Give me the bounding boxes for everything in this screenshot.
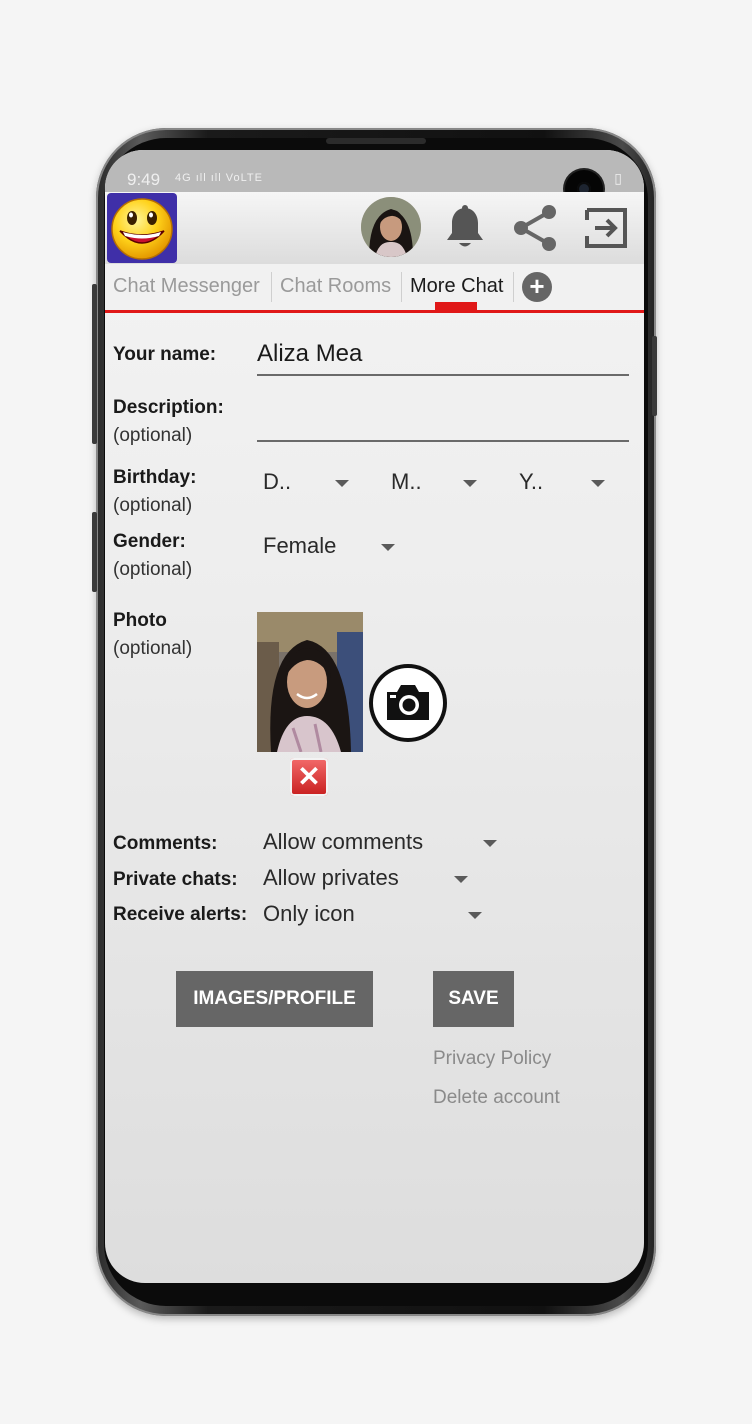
tab-chat-rooms[interactable]: Chat Rooms [280, 275, 391, 298]
name-label-text: Your name: [113, 344, 217, 365]
active-tab-indicator [435, 302, 477, 310]
status-bar: 9:49 4G ıll ıll VoLTE ▯ [105, 150, 644, 192]
birthday-month-select[interactable]: M.. [391, 469, 487, 499]
battery-icon: ▯ [614, 170, 622, 186]
tab-separator [513, 272, 514, 302]
chevron-down-icon [468, 912, 482, 919]
photo-optional: (optional) [113, 638, 193, 659]
birthday-day-value: D.. [263, 469, 292, 494]
app-screen: 9:49 4G ıll ıll VoLTE ▯ Chat Messenger C… [105, 150, 644, 1283]
comments-label: Comments: [113, 833, 218, 855]
status-time: 9:49 [127, 170, 161, 189]
receive-alerts-select[interactable]: Only icon [263, 901, 489, 931]
smiley-face-icon[interactable] [107, 193, 177, 263]
birthday-month-value: M.. [391, 469, 422, 494]
receive-alerts-label: Receive alerts: [113, 904, 247, 926]
birthday-label: Birthday: (optional) [113, 467, 196, 517]
gender-value: Female [263, 533, 337, 558]
chevron-down-icon [483, 840, 497, 847]
tab-chat-messenger[interactable]: Chat Messenger [113, 275, 260, 298]
gender-label: Gender: (optional) [113, 531, 192, 581]
gender-select[interactable]: Female [263, 533, 403, 563]
chevron-down-icon [591, 480, 605, 487]
name-label: Your name: [113, 344, 216, 366]
delete-account-link[interactable]: Delete account [433, 1087, 560, 1109]
comments-value: Allow comments [263, 829, 424, 854]
tab-bar: Chat Messenger Chat Rooms More Chat + [105, 264, 644, 313]
private-chats-label: Private chats: [113, 869, 238, 891]
tab-separator [271, 272, 272, 302]
photo-label: Photo (optional) [113, 610, 192, 660]
bixby-button [92, 512, 97, 592]
profile-photo [257, 612, 363, 752]
logout-icon[interactable] [581, 202, 633, 254]
photo-label-text: Photo [113, 610, 167, 631]
description-input[interactable] [257, 404, 629, 436]
signal-icon: 4G ıll ıll VoLTE [175, 172, 263, 184]
earpiece [326, 138, 426, 144]
private-chats-label-text: Private chats: [113, 869, 238, 890]
chevron-down-icon [335, 480, 349, 487]
description-input-underline [257, 440, 629, 442]
app-toolbar [105, 192, 644, 264]
plus-circle-icon[interactable]: + [522, 272, 552, 302]
birthday-optional: (optional) [113, 495, 193, 516]
comments-select[interactable]: Allow comments [263, 829, 503, 859]
gender-label-text: Gender: [113, 531, 186, 552]
description-label: Description: (optional) [113, 397, 224, 447]
birthday-year-select[interactable]: Y.. [519, 469, 615, 499]
description-optional: (optional) [113, 425, 193, 446]
volume-button [92, 284, 97, 444]
bell-icon[interactable] [439, 202, 491, 254]
tab-more-chat[interactable]: More Chat [410, 275, 503, 298]
tab-separator [401, 272, 402, 302]
save-button[interactable]: SAVE [433, 971, 514, 1027]
profile-avatar[interactable] [361, 197, 421, 257]
chevron-down-icon [454, 876, 468, 883]
receive-alerts-label-text: Receive alerts: [113, 904, 248, 925]
gender-optional: (optional) [113, 559, 193, 580]
share-icon[interactable] [509, 202, 561, 254]
images-profile-button[interactable]: IMAGES/PROFILE [176, 971, 373, 1027]
birthday-year-value: Y.. [519, 469, 544, 494]
camera-icon[interactable] [369, 664, 447, 742]
birthday-day-select[interactable]: D.. [263, 469, 359, 499]
name-input-underline [257, 374, 629, 376]
name-input[interactable]: Aliza Mea [257, 340, 362, 368]
chevron-down-icon [381, 544, 395, 551]
private-chats-value: Allow privates [263, 865, 399, 890]
description-label-text: Description: [113, 397, 224, 418]
chevron-down-icon [463, 480, 477, 487]
private-chats-select[interactable]: Allow privates [263, 865, 473, 895]
birthday-label-text: Birthday: [113, 467, 197, 488]
receive-alerts-value: Only icon [263, 901, 355, 926]
privacy-policy-link[interactable]: Privacy Policy [433, 1048, 551, 1070]
power-button [652, 336, 657, 416]
delete-photo-icon[interactable]: ✕ [290, 758, 328, 796]
comments-label-text: Comments: [113, 833, 218, 854]
